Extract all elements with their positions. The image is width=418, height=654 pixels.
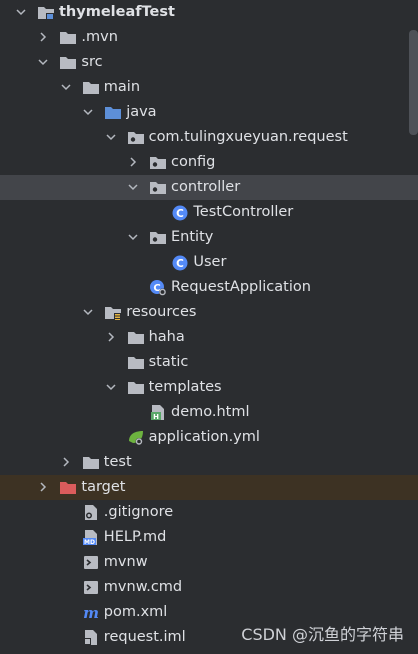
svg-text:C: C (177, 208, 185, 220)
tree-node-main[interactable]: main (0, 75, 418, 100)
tree-node-target[interactable]: target (0, 475, 418, 500)
tree-node-label: main (103, 79, 141, 95)
tree-node-label: Entity (171, 229, 214, 245)
tree-node-mvnw[interactable]: mvnw (0, 550, 418, 575)
tree-node-label: thymeleafTest (59, 4, 175, 20)
watermark: CSDN @沉鱼的字符串 (241, 625, 404, 644)
tree-node-test[interactable]: test (0, 450, 418, 475)
gitignore-file-icon (82, 504, 100, 521)
tree-node-label: test (103, 454, 132, 470)
chevron-down-icon[interactable] (105, 131, 117, 143)
folder-module-icon (37, 4, 55, 21)
tree-node-testcontroller[interactable]: C TestController (0, 200, 418, 225)
tree-node-static[interactable]: static (0, 350, 418, 375)
tree-node-java[interactable]: java (0, 100, 418, 125)
tree-node-label: static (148, 354, 189, 370)
tree-node-gitignore[interactable]: .gitignore (0, 500, 418, 525)
chevron-down-icon[interactable] (127, 181, 139, 193)
tree-node-templates[interactable]: templates (0, 375, 418, 400)
shell-script-icon (82, 579, 100, 596)
tree-node-entity[interactable]: Entity (0, 225, 418, 250)
tree-node-label: RequestApplication (171, 279, 311, 295)
tree-node-label: TestController (193, 204, 294, 220)
tree-node-label: java (126, 104, 157, 120)
html-file-icon: H (149, 404, 167, 421)
tree-node-requestapplication[interactable]: C RequestApplication (0, 275, 418, 300)
chevron-down-icon[interactable] (15, 6, 27, 18)
java-class-icon: C (171, 204, 189, 221)
tree-node-mvn[interactable]: .mvn (0, 25, 418, 50)
excluded-folder-icon (59, 479, 77, 496)
tree-node-haha[interactable]: haha (0, 325, 418, 350)
tree-node-user[interactable]: C User (0, 250, 418, 275)
svg-text:MD: MD (84, 539, 95, 546)
markdown-file-icon: MD (82, 529, 100, 546)
resources-folder-icon (104, 304, 122, 321)
tree-node-label: controller (171, 179, 241, 195)
folder-icon (127, 354, 145, 371)
scrollbar-thumb[interactable] (409, 30, 418, 135)
tree-node-label: User (193, 254, 227, 270)
chevron-right-icon[interactable] (37, 481, 49, 493)
spring-boot-class-icon: C (149, 279, 167, 296)
tree-node-label: resources (126, 304, 197, 320)
tree-node-thymeleaftest[interactable]: thymeleafTest (0, 0, 418, 25)
tree-node-mvnw-cmd[interactable]: mvnw.cmd (0, 575, 418, 600)
tree-node-label: com.tulingxueyuan.request (148, 129, 348, 145)
yaml-config-icon (127, 429, 145, 446)
tree-node-label: pom.xml (103, 604, 168, 620)
chevron-down-icon[interactable] (37, 56, 49, 68)
tree-node-label: src (81, 54, 103, 70)
tree-node-label: .gitignore (103, 504, 174, 520)
tree-node-label: .mvn (81, 29, 118, 45)
shell-script-icon (82, 554, 100, 571)
package-icon (127, 129, 145, 146)
tree-node-label: haha (148, 329, 185, 345)
tree-node-help-md[interactable]: MD HELP.md (0, 525, 418, 550)
tree-node-label: application.yml (148, 429, 260, 445)
tree-node-label: templates (148, 379, 222, 395)
source-folder-icon (104, 104, 122, 121)
svg-text:H: H (153, 413, 159, 421)
chevron-right-icon[interactable] (60, 456, 72, 468)
tree-node-label: demo.html (171, 404, 250, 420)
folder-icon (127, 329, 145, 346)
chevron-down-icon[interactable] (82, 306, 94, 318)
tree-node-config[interactable]: config (0, 150, 418, 175)
tree-node-label: request.iml (103, 629, 186, 645)
folder-icon (59, 54, 77, 71)
chevron-down-icon[interactable] (60, 81, 72, 93)
chevron-right-icon[interactable] (127, 156, 139, 168)
package-icon (149, 154, 167, 171)
tree-node-demo-html[interactable]: Hdemo.html (0, 400, 418, 425)
tree-node-src[interactable]: src (0, 50, 418, 75)
tree-node-label: target (81, 479, 126, 495)
package-icon (149, 229, 167, 246)
chevron-right-icon[interactable] (37, 31, 49, 43)
tree-node-resources[interactable]: resources (0, 300, 418, 325)
tree-node-com-tulingxueyuan-request[interactable]: com.tulingxueyuan.request (0, 125, 418, 150)
iml-file-icon (82, 629, 100, 646)
chevron-right-icon[interactable] (105, 331, 117, 343)
svg-text:C: C (177, 258, 185, 270)
tree-node-application-yml[interactable]: application.yml (0, 425, 418, 450)
tree-node-label: config (171, 154, 216, 170)
tree-node-label: mvnw (103, 554, 148, 570)
chevron-down-icon[interactable] (82, 106, 94, 118)
folder-icon (82, 454, 100, 471)
tree-node-label: HELP.md (103, 529, 167, 545)
tree-node-controller[interactable]: controller (0, 175, 418, 200)
folder-icon (127, 379, 145, 396)
folder-icon (82, 79, 100, 96)
package-icon (149, 179, 167, 196)
svg-text:m: m (83, 604, 99, 621)
tree-node-label: mvnw.cmd (103, 579, 183, 595)
maven-file-icon: m (82, 604, 100, 621)
chevron-down-icon[interactable] (105, 381, 117, 393)
java-class-icon: C (171, 254, 189, 271)
chevron-down-icon[interactable] (127, 231, 139, 243)
folder-icon (59, 29, 77, 46)
